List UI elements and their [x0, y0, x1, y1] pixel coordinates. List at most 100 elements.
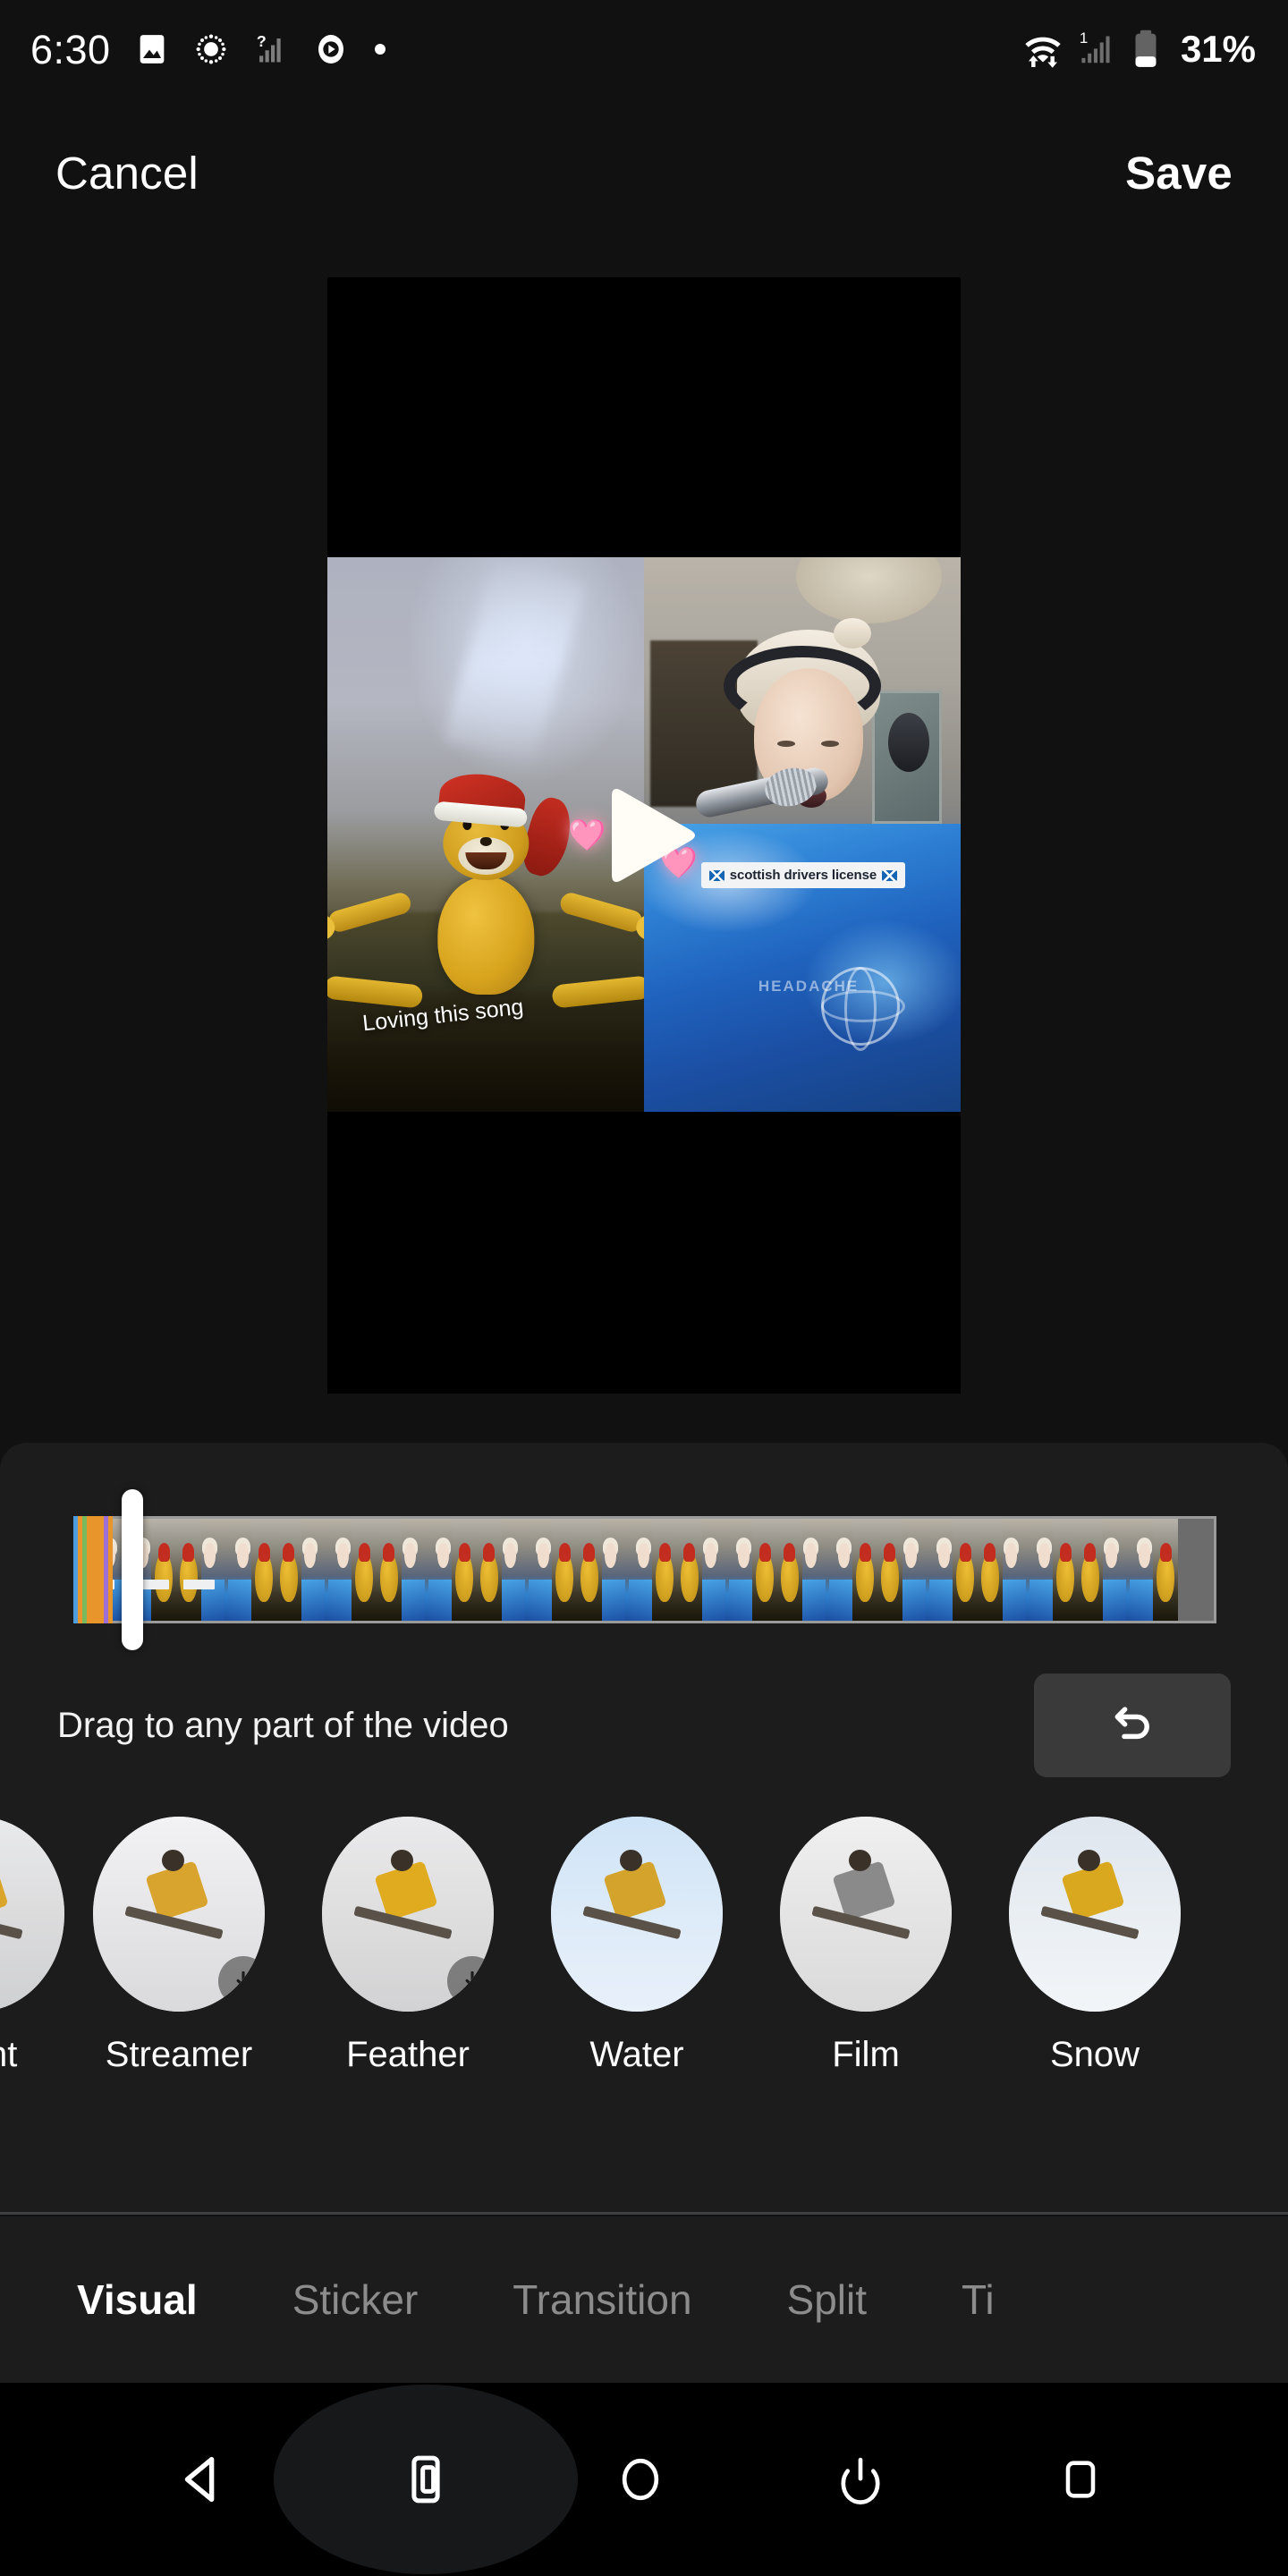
- frame-shirt: [301, 1580, 325, 1621]
- nav-screenshot-button[interactable]: [345, 2383, 506, 2576]
- download-badge-icon[interactable]: [218, 1956, 265, 2006]
- filmstrip-frame[interactable]: [627, 1519, 677, 1621]
- frame-hat: [658, 1543, 672, 1562]
- tab-transition[interactable]: Transition: [513, 2275, 691, 2324]
- save-button[interactable]: Save: [1125, 147, 1233, 199]
- frame-hat: [983, 1543, 996, 1562]
- filmstrip-frame[interactable]: [527, 1519, 577, 1621]
- filmstrip-wrapper[interactable]: [73, 1489, 1216, 1650]
- frame-face: [738, 1543, 750, 1568]
- wifi-transfer-icon: [1020, 29, 1066, 70]
- effect-label: Water: [589, 2035, 684, 2074]
- effect-item-film[interactable]: Film: [751, 1817, 980, 2075]
- frame-hat: [883, 1543, 896, 1562]
- filmstrip[interactable]: [73, 1516, 1216, 1623]
- filmstrip-frame[interactable]: [226, 1519, 276, 1621]
- play-triangle-icon: [612, 789, 695, 882]
- effect-item-streamer[interactable]: Streamer: [64, 1817, 293, 2075]
- frame-shirt: [629, 1580, 652, 1621]
- effect-item-water[interactable]: Water: [522, 1817, 751, 2075]
- filmstrip-frame[interactable]: [978, 1519, 1028, 1621]
- download-badge-icon[interactable]: [447, 1956, 494, 2006]
- filmstrip-frame[interactable]: [1128, 1519, 1178, 1621]
- filmstrip-frame[interactable]: [777, 1519, 827, 1621]
- svg-text:?: ?: [256, 32, 266, 50]
- filmstrip-frame[interactable]: [928, 1519, 978, 1621]
- frame-shirt: [328, 1580, 352, 1621]
- sticker-label: scottish drivers license: [729, 868, 877, 883]
- filmstrip-frame[interactable]: [427, 1519, 477, 1621]
- frame-face: [1139, 1543, 1150, 1568]
- tab-visual[interactable]: Visual: [77, 2275, 198, 2324]
- effect-thumbnail-head: [848, 1850, 871, 1872]
- filmstrip-frame[interactable]: [276, 1519, 326, 1621]
- frame-face: [504, 1543, 516, 1568]
- nav-recents-button[interactable]: [1000, 2383, 1161, 2576]
- frame-face: [1106, 1543, 1117, 1568]
- timeline-playhead[interactable]: [122, 1489, 143, 1650]
- filmstrip-frame[interactable]: [326, 1519, 377, 1621]
- toy-nose: [479, 837, 492, 847]
- effect-item-starlight[interactable]: rlight: [0, 1817, 64, 2075]
- app-screen: 6:30 ? 1 31% Cancel Save 🩷 Loving this s…: [0, 0, 1288, 2576]
- effect-item-feather[interactable]: Feather: [293, 1817, 522, 2075]
- filmstrip-frame[interactable]: [877, 1519, 928, 1621]
- filmstrip-frame[interactable]: [377, 1519, 427, 1621]
- back-triangle-icon: [184, 2456, 215, 2503]
- effect-thumbnail[interactable]: [1009, 1817, 1181, 2012]
- effect-item-snow[interactable]: Snow: [980, 1817, 1209, 2075]
- headphone-earcup: [887, 712, 929, 772]
- effect-thumbnail[interactable]: [93, 1817, 265, 2012]
- tab-ti[interactable]: Ti: [962, 2275, 995, 2324]
- effect-thumbnail[interactable]: [0, 1817, 64, 2012]
- filmstrip-frame[interactable]: [677, 1519, 727, 1621]
- frame-shirt: [228, 1580, 251, 1621]
- frame-face: [605, 1543, 616, 1568]
- frame-shirt: [902, 1580, 926, 1621]
- effect-thumbnail[interactable]: [322, 1817, 494, 2012]
- frame-face: [404, 1543, 416, 1568]
- status-bar-right: 1 31%: [1020, 28, 1256, 71]
- frame-face: [1005, 1543, 1017, 1568]
- frame-hat: [783, 1543, 796, 1562]
- frame-shirt: [729, 1580, 752, 1621]
- tab-sticker[interactable]: Sticker: [292, 2275, 419, 2324]
- status-bar-left: 6:30 ?: [30, 30, 388, 70]
- timeline-color-stripe: [108, 1516, 114, 1623]
- undo-button[interactable]: [1034, 1674, 1231, 1777]
- frame-shirt: [1103, 1580, 1126, 1621]
- editor-header: Cancel Save: [0, 114, 1288, 231]
- filmstrip-frame[interactable]: [727, 1519, 777, 1621]
- video-preview[interactable]: 🩷 Loving this song HEADACHE 🩷 scottish d…: [327, 277, 961, 1394]
- editor-tab-bar[interactable]: Visual Sticker Transition Split Ti: [0, 2216, 1288, 2383]
- frame-hat: [582, 1543, 596, 1562]
- effect-label: Snow: [1049, 2035, 1140, 2074]
- power-icon: [841, 2457, 880, 2504]
- effect-label: Streamer: [105, 2035, 253, 2074]
- tab-split[interactable]: Split: [787, 2275, 867, 2324]
- frame-hat: [1059, 1543, 1072, 1562]
- frame-face: [304, 1543, 316, 1568]
- frame-shirt: [702, 1580, 725, 1621]
- effects-carousel[interactable]: rlight Streamer Feather Water Film Snow: [0, 1817, 1288, 2192]
- filmstrip-frame[interactable]: [1078, 1519, 1128, 1621]
- effect-thumbnail[interactable]: [551, 1817, 723, 2012]
- filmstrip-frame[interactable]: [827, 1519, 877, 1621]
- filmstrip-frame[interactable]: [577, 1519, 627, 1621]
- nav-power-button[interactable]: [780, 2383, 941, 2576]
- frame-face: [204, 1543, 216, 1568]
- frame-shirt: [1003, 1580, 1026, 1621]
- filmstrip-frame[interactable]: [477, 1519, 527, 1621]
- filmstrip-frame[interactable]: [176, 1519, 226, 1621]
- filmstrip-frame[interactable]: [1028, 1519, 1078, 1621]
- singer-eye-left: [776, 740, 795, 747]
- frame-hat: [382, 1543, 395, 1562]
- device-screenshot-icon: [411, 2455, 440, 2504]
- nav-back-button[interactable]: [122, 2383, 283, 2576]
- nav-home-button[interactable]: [560, 2383, 721, 2576]
- frame-hat: [682, 1543, 696, 1562]
- cancel-button[interactable]: Cancel: [55, 147, 199, 199]
- frame-hat: [482, 1543, 496, 1562]
- cellular-signal-1-icon: 1: [1079, 30, 1118, 69]
- effect-thumbnail[interactable]: [780, 1817, 952, 2012]
